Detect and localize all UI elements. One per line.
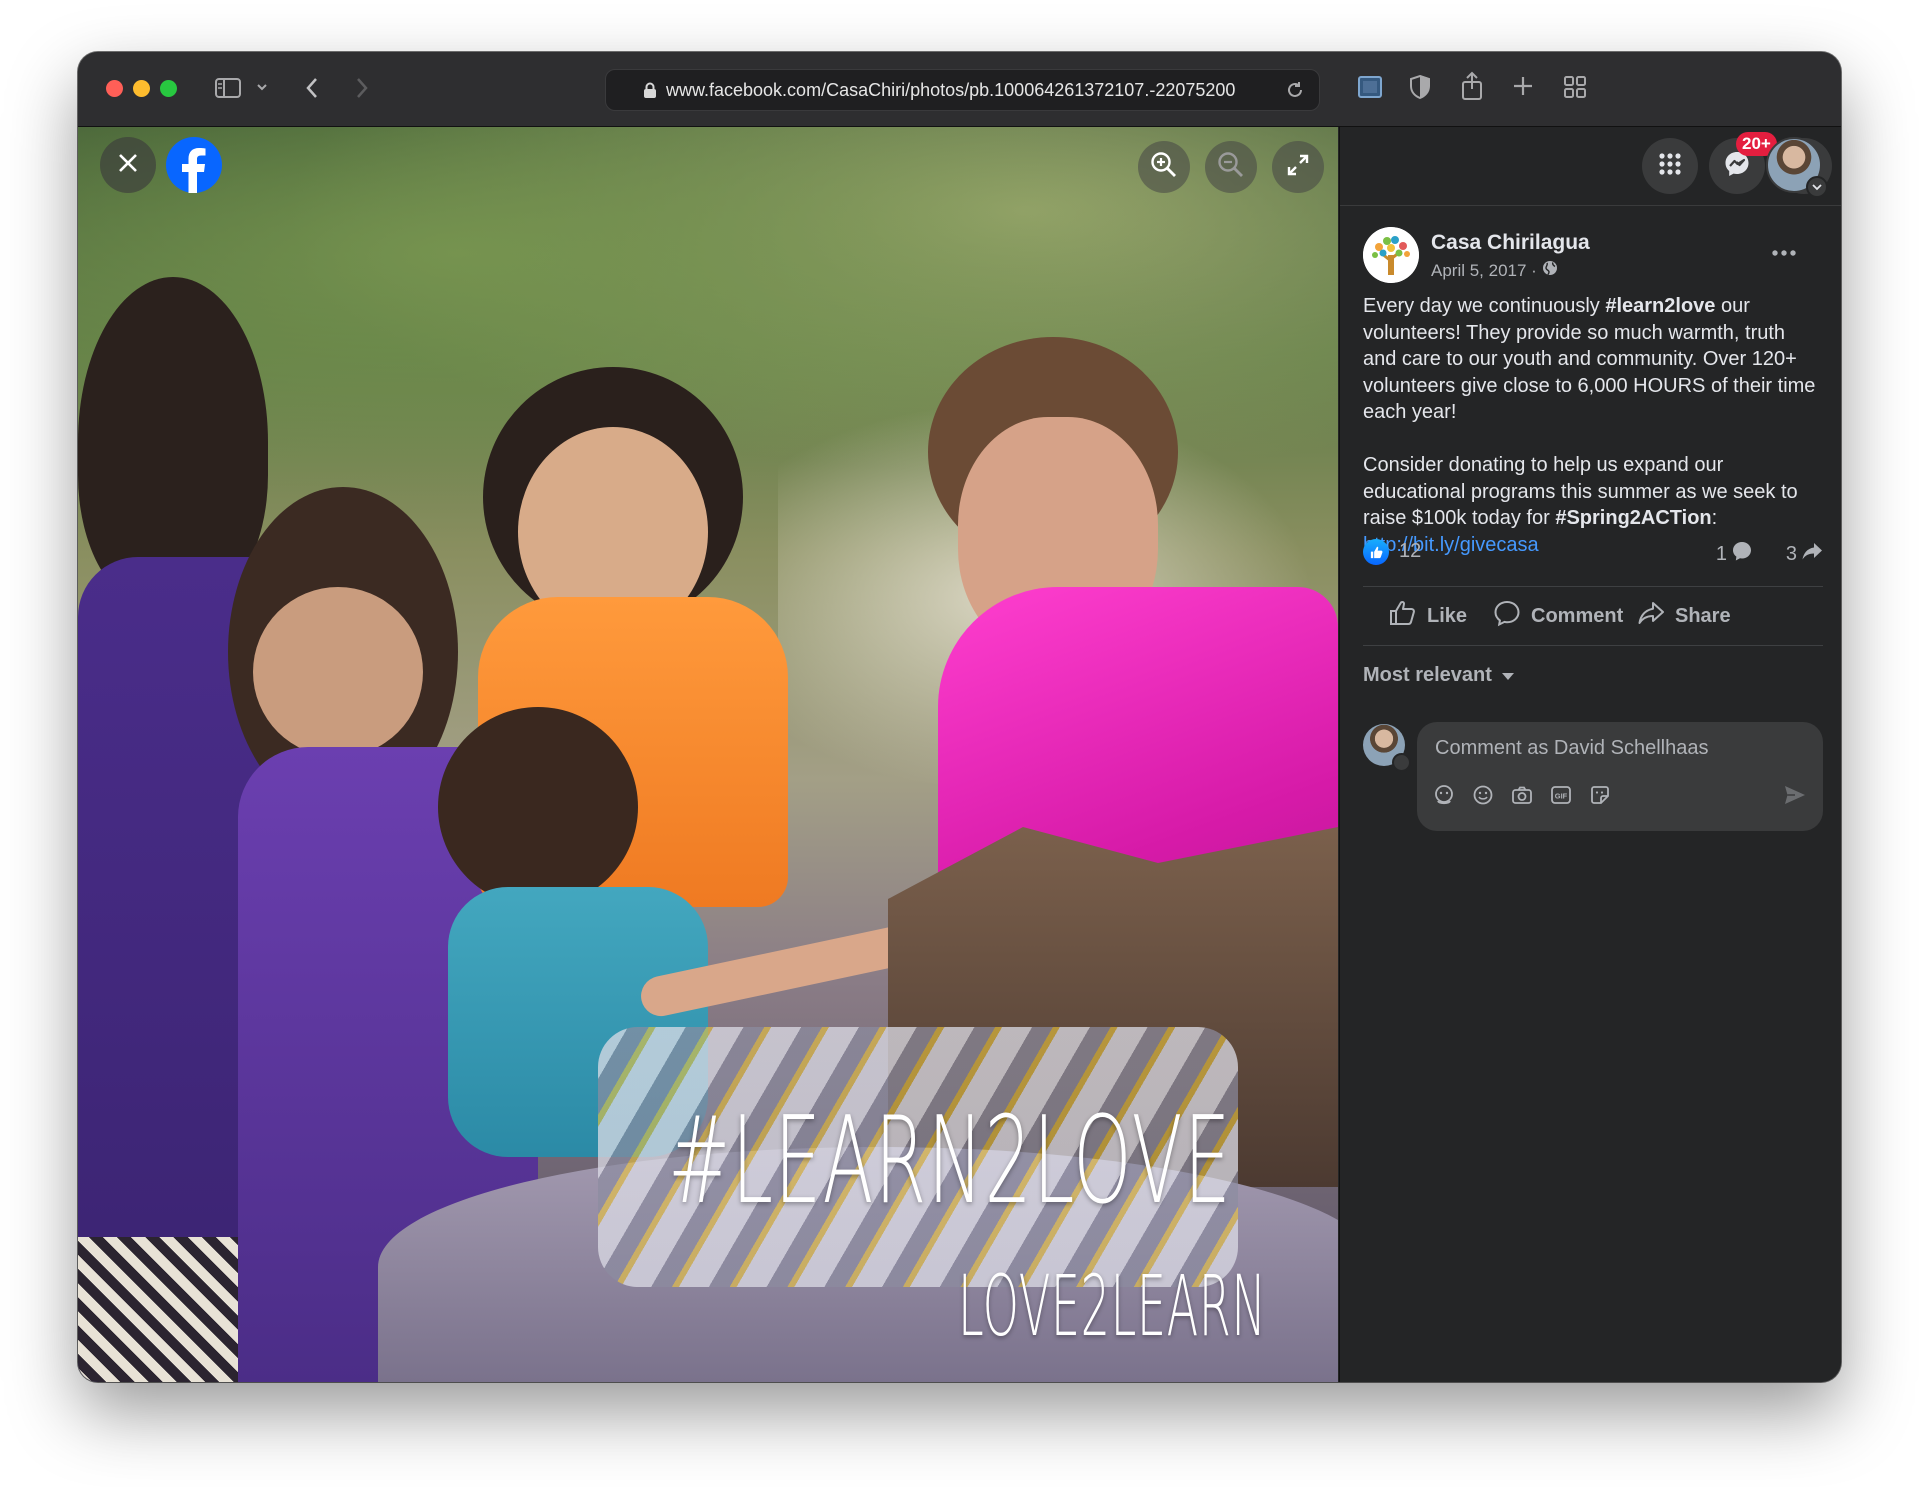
lock-icon xyxy=(643,82,657,104)
child-face-second xyxy=(253,587,423,757)
svg-text:GIF: GIF xyxy=(1555,792,1568,801)
patterned-skirt xyxy=(78,1237,248,1382)
share-button[interactable]: Share xyxy=(1637,587,1731,645)
sticker-icon[interactable] xyxy=(1589,784,1611,806)
url-text: www.facebook.com/CasaChiri/photos/pb.100… xyxy=(666,80,1236,100)
menu-button[interactable] xyxy=(1642,138,1698,194)
share-arrow-icon xyxy=(1801,540,1823,568)
comment-button[interactable]: Comment xyxy=(1493,587,1623,645)
comment-bubble-icon xyxy=(1731,540,1753,568)
globe-icon xyxy=(1542,260,1558,281)
hashtag-spring2action-link[interactable]: #Spring2ACTion xyxy=(1555,507,1711,529)
post-meta: April 5, 2017 · xyxy=(1431,260,1558,281)
caret-down-icon xyxy=(1501,664,1514,687)
facebook-logo-icon[interactable] xyxy=(166,137,222,193)
learn2love-overlay-text: #LEARN2LOVE xyxy=(668,1092,1232,1231)
page-name-link[interactable]: Casa Chirilagua xyxy=(1431,231,1590,255)
post-photo[interactable]: #LEARN2LOVE LOVE2LEARN xyxy=(78,127,1338,1382)
browser-toolbar: www.facebook.com/CasaChiri/photos/pb.100… xyxy=(78,52,1841,127)
send-icon[interactable] xyxy=(1783,784,1807,811)
share-count[interactable]: 3 xyxy=(1786,540,1823,568)
tab-overview-icon[interactable] xyxy=(1563,75,1587,99)
share-count-value: 3 xyxy=(1785,542,1797,565)
like-reaction-icon[interactable] xyxy=(1363,539,1389,565)
share-label: Share xyxy=(1675,604,1731,627)
post-paragraph-1: Every day we continuously #learn2love ou… xyxy=(1363,293,1823,426)
like-label: Like xyxy=(1427,604,1468,627)
browser-window: www.facebook.com/CasaChiri/photos/pb.100… xyxy=(78,52,1841,1382)
zoom-out-icon xyxy=(1216,150,1246,185)
more-options-icon[interactable] xyxy=(1772,237,1796,263)
zoom-in-icon xyxy=(1149,150,1179,185)
fullscreen-button[interactable] xyxy=(1272,141,1324,193)
zoom-out-button[interactable] xyxy=(1205,141,1257,193)
gif-icon[interactable]: GIF xyxy=(1550,784,1572,806)
child-hair-small xyxy=(438,707,638,907)
reaction-count[interactable]: 12 xyxy=(1399,540,1421,563)
close-window-button[interactable] xyxy=(106,80,123,97)
post-text-segment: : xyxy=(1711,507,1718,530)
back-icon[interactable] xyxy=(304,76,320,100)
tab-preview-icon[interactable] xyxy=(1357,74,1383,100)
zoom-window-button[interactable] xyxy=(160,80,177,97)
reactions-bar: 12 1 3 xyxy=(1363,537,1823,567)
facebook-top-nav: 20+ xyxy=(1340,127,1841,206)
new-tab-icon[interactable] xyxy=(1512,75,1534,97)
comment-composer[interactable]: GIF xyxy=(1417,722,1823,831)
comment-tools: GIF xyxy=(1433,784,1611,806)
thumbs-up-icon xyxy=(1389,600,1417,632)
commenter-chevron-icon[interactable] xyxy=(1392,753,1411,772)
comment-count[interactable]: 1 xyxy=(1716,540,1753,568)
like-button[interactable]: Like xyxy=(1389,587,1467,645)
post-date[interactable]: April 5, 2017 · xyxy=(1431,261,1537,281)
post-sidebar: 20+ Casa Chirilagua April 5, 2017 · Ever… xyxy=(1339,127,1841,1382)
shield-icon[interactable] xyxy=(1409,74,1431,100)
comment-label: Comment xyxy=(1531,604,1624,627)
post-actions: Like Comment Share xyxy=(1363,586,1823,646)
address-bar[interactable]: www.facebook.com/CasaChiri/photos/pb.100… xyxy=(605,69,1320,111)
reload-icon[interactable] xyxy=(1285,80,1305,105)
comment-icon xyxy=(1493,599,1521,633)
emoji-icon[interactable] xyxy=(1472,784,1494,806)
comment-count-value: 1 xyxy=(1715,542,1727,565)
chevron-down-icon[interactable] xyxy=(256,82,268,92)
love2learn-overlay-text: LOVE2LEARN xyxy=(958,1257,1267,1355)
share-icon[interactable] xyxy=(1460,71,1484,101)
post-text-segment: Every day we continuously xyxy=(1363,295,1606,317)
comment-input[interactable] xyxy=(1433,730,1807,766)
comment-sort-label: Most relevant xyxy=(1363,664,1492,686)
account-chevron-down-icon[interactable] xyxy=(1806,176,1828,198)
zoom-in-button[interactable] xyxy=(1138,141,1190,193)
comment-sort-dropdown[interactable]: Most relevant xyxy=(1363,664,1514,687)
hashtag-learn2love-link[interactable]: #learn2love xyxy=(1605,295,1715,317)
fullscreen-icon xyxy=(1285,152,1311,183)
close-photo-button[interactable] xyxy=(100,137,156,193)
avatar-sticker-icon[interactable] xyxy=(1433,784,1455,806)
menu-grid-icon xyxy=(1658,152,1682,181)
camera-icon[interactable] xyxy=(1511,784,1533,806)
share-arrow-outline-icon xyxy=(1637,600,1665,632)
close-icon xyxy=(116,151,140,180)
minimize-window-button[interactable] xyxy=(133,80,150,97)
page-avatar[interactable] xyxy=(1363,227,1419,283)
sidebar-toggle-icon[interactable] xyxy=(214,76,242,100)
forward-icon[interactable] xyxy=(354,76,370,100)
